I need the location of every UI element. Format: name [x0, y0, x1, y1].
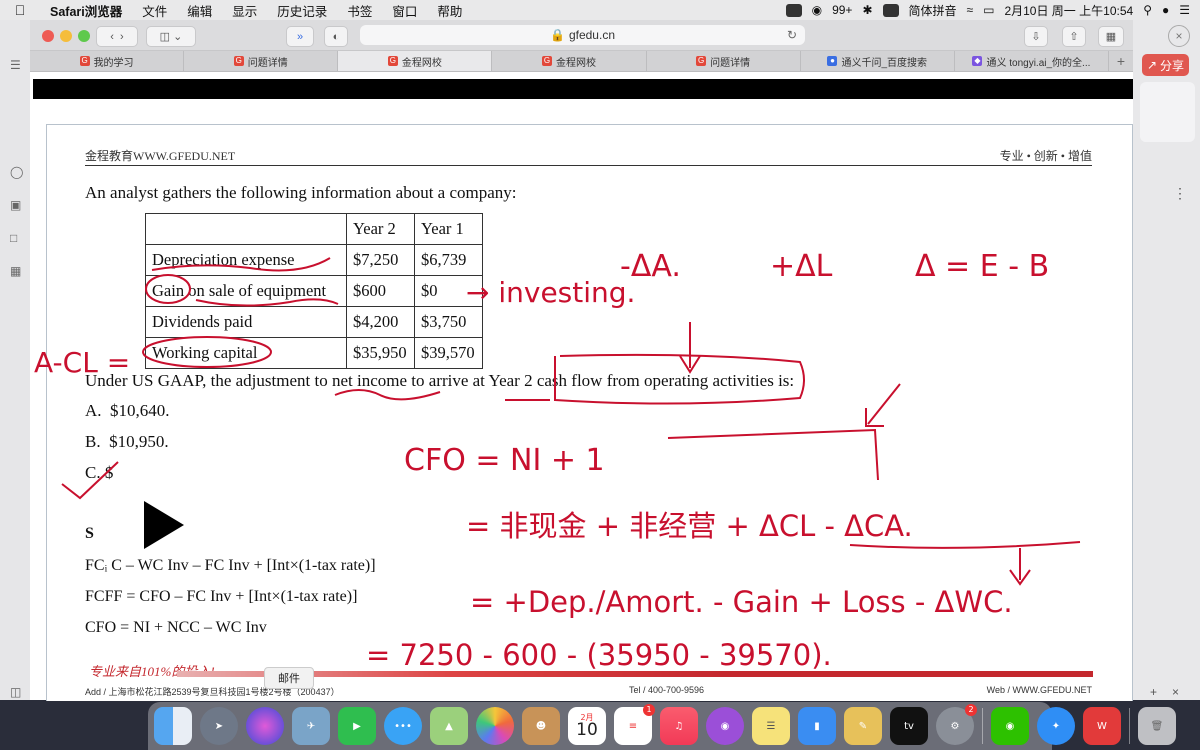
reminders-badge: 1	[643, 704, 655, 716]
circle-stroke	[145, 274, 191, 304]
preview-icon[interactable]: ✈	[292, 707, 330, 745]
keynote-icon[interactable]: ▮	[798, 707, 836, 745]
arrow-stroke	[865, 383, 901, 427]
wechat-icon[interactable]: ◉	[991, 707, 1029, 745]
siri-dock-icon[interactable]	[246, 707, 284, 745]
dock-separator	[982, 708, 983, 744]
bracket-stroke	[667, 428, 879, 481]
podcasts-icon[interactable]: ◉	[706, 707, 744, 745]
finder-icon[interactable]	[154, 707, 192, 745]
annotation-a-minus-cl: A-CL =	[34, 346, 130, 379]
pages-icon[interactable]: ✎	[844, 707, 882, 745]
dock: ➤ ✈ ▶ ••• ▲ ☻ 2月 10 ≡ 1 ♫ ◉ ☰ ▮ ✎ tv ⚙ 2 ◉…	[148, 702, 1176, 750]
annotation-delta-eq: Δ = E - B	[915, 249, 1049, 284]
arrow-stroke	[1009, 548, 1031, 586]
maps-icon[interactable]: ▲	[430, 707, 468, 745]
handwriting-overlay: -ΔA. +ΔL Δ = E - B → investing. A-CL = C…	[34, 249, 1081, 672]
mail-tooltip: 邮件	[264, 667, 314, 689]
annotation-line3: = +Dep./Amort. - Gain + Loss - ΔWC.	[470, 585, 1013, 619]
annotation-investing: → investing.	[466, 276, 635, 309]
arrow-stroke	[679, 322, 701, 374]
facetime-icon[interactable]: ▶	[338, 707, 376, 745]
annotation-line2: = 非现金 + 非经营 + ΔCL - ΔCA.	[466, 509, 913, 543]
wps-icon[interactable]: W	[1083, 707, 1121, 745]
annotation-plus-dl: +ΔL	[770, 249, 833, 284]
underline-stroke	[151, 257, 331, 272]
messages-icon[interactable]: •••	[384, 707, 422, 745]
dock-separator	[1129, 708, 1130, 744]
calendar-day: 10	[576, 719, 598, 740]
prefs-badge: 2	[965, 704, 977, 716]
contacts-icon[interactable]: ☻	[522, 707, 560, 745]
notes-icon[interactable]: ☰	[752, 707, 790, 745]
trash-icon[interactable]: 🗑	[1138, 707, 1176, 745]
annotation-line4: = 7250 - 600 - (35950 - 39570).	[366, 638, 832, 672]
checkmark-stroke	[61, 461, 119, 500]
apple-tv-icon[interactable]: tv	[890, 707, 928, 745]
bracket-stroke	[554, 353, 805, 405]
calendar-icon[interactable]: 2月 10	[568, 707, 606, 745]
system-preferences-icon[interactable]: ⚙ 2	[936, 704, 977, 745]
annotation-cfo-eq: CFO = NI + 1	[404, 443, 605, 478]
photos-icon[interactable]	[476, 707, 514, 745]
reminders-icon[interactable]: ≡ 1	[614, 704, 655, 745]
circle-stroke	[142, 336, 272, 368]
safari-icon[interactable]: ✦	[1037, 707, 1075, 745]
tv-label: tv	[904, 720, 914, 732]
music-icon[interactable]: ♫	[660, 707, 698, 745]
underline-stroke	[195, 298, 339, 307]
launchpad-icon[interactable]: ➤	[200, 707, 238, 745]
underline-stroke	[334, 389, 441, 401]
